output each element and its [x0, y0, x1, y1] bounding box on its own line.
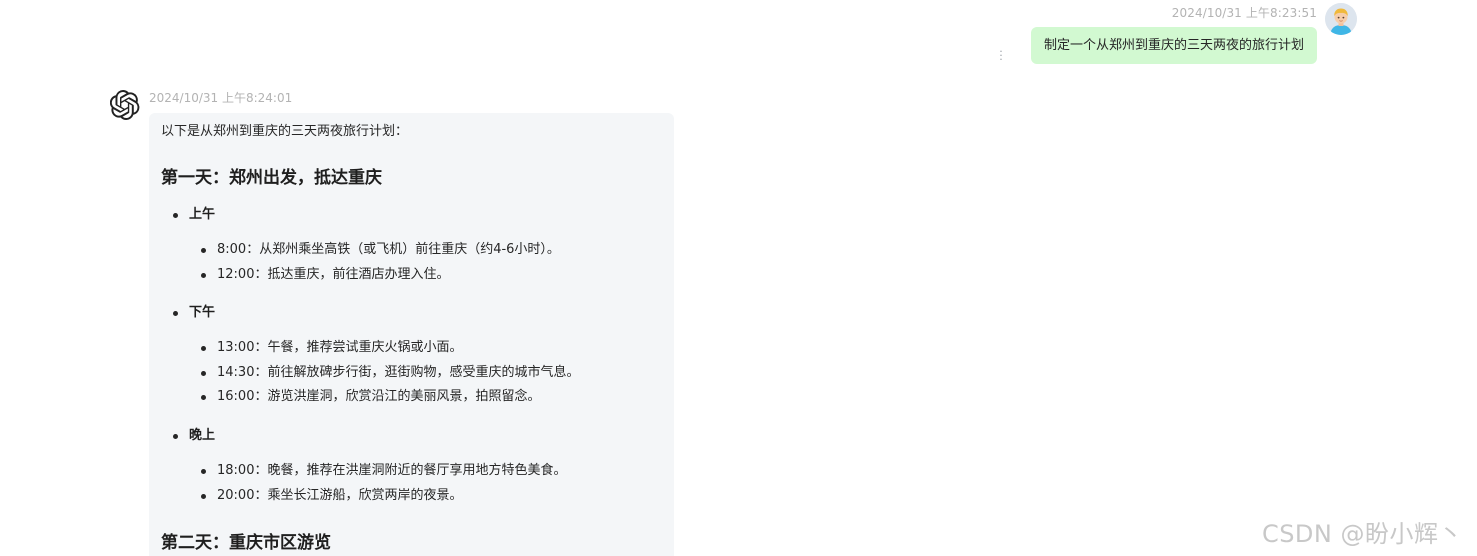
- assistant-intro-text: 以下是从郑州到重庆的三天两夜旅行计划：: [161, 124, 409, 139]
- period-evening-label: 晚上: [161, 427, 662, 445]
- list-item: 8:00：从郑州乘坐高铁（或飞机）前往重庆（约4-6小时）。: [161, 238, 662, 263]
- day-1-heading: 第一天：郑州出发，抵达重庆: [161, 168, 382, 188]
- list-item: 13:00：午餐，推荐尝试重庆火锅或小面。: [161, 336, 662, 361]
- user-avatar-icon: [1325, 3, 1357, 35]
- evening-items-list: 18:00：晚餐，推荐在洪崖洞附近的餐厅享用地方特色美食。 20:00：乘坐长江…: [161, 459, 662, 508]
- period-morning-label: 上午: [161, 206, 662, 224]
- list-item: 20:00：乘坐长江游船，欣赏两岸的夜景。: [161, 484, 662, 509]
- openai-logo-icon: [109, 89, 140, 120]
- morning-items-list: 8:00：从郑州乘坐高铁（或飞机）前往重庆（约4-6小时）。 12:00：抵达重…: [161, 238, 662, 287]
- assistant-message-timestamp: 2024/10/31 上午8:24:01: [149, 91, 293, 105]
- assistant-message-bubble: 以下是从郑州到重庆的三天两夜旅行计划： 第一天：郑州出发，抵达重庆 上午 8:0…: [149, 113, 674, 556]
- chat-page: 2024/10/31 上午8:23:51 制定一个从郑州到重庆的三天两夜的旅行计…: [0, 0, 1477, 556]
- list-item: 12:00：抵达重庆，前往酒店办理入住。: [161, 263, 662, 288]
- day-2-heading: 第二天：重庆市区游览: [161, 533, 331, 553]
- list-item: 18:00：晚餐，推荐在洪崖洞附近的餐厅享用地方特色美食。: [161, 459, 662, 484]
- more-vertical-icon[interactable]: · · ·: [996, 46, 1006, 66]
- list-item: 16:00：游览洪崖洞，欣赏沿江的美丽风景，拍照留念。: [161, 385, 662, 410]
- user-message-timestamp: 2024/10/31 上午8:23:51: [1171, 6, 1317, 20]
- user-message-bubble: 制定一个从郑州到重庆的三天两夜的旅行计划: [1030, 27, 1317, 64]
- list-item: 14:30：前往解放碑步行街，逛街购物，感受重庆的城市气息。: [161, 361, 662, 386]
- period-afternoon-label: 下午: [161, 304, 662, 322]
- csdn-watermark: CSDN @盼小辉丶: [1261, 520, 1463, 548]
- afternoon-items-list: 13:00：午餐，推荐尝试重庆火锅或小面。 14:30：前往解放碑步行街，逛街购…: [161, 336, 662, 410]
